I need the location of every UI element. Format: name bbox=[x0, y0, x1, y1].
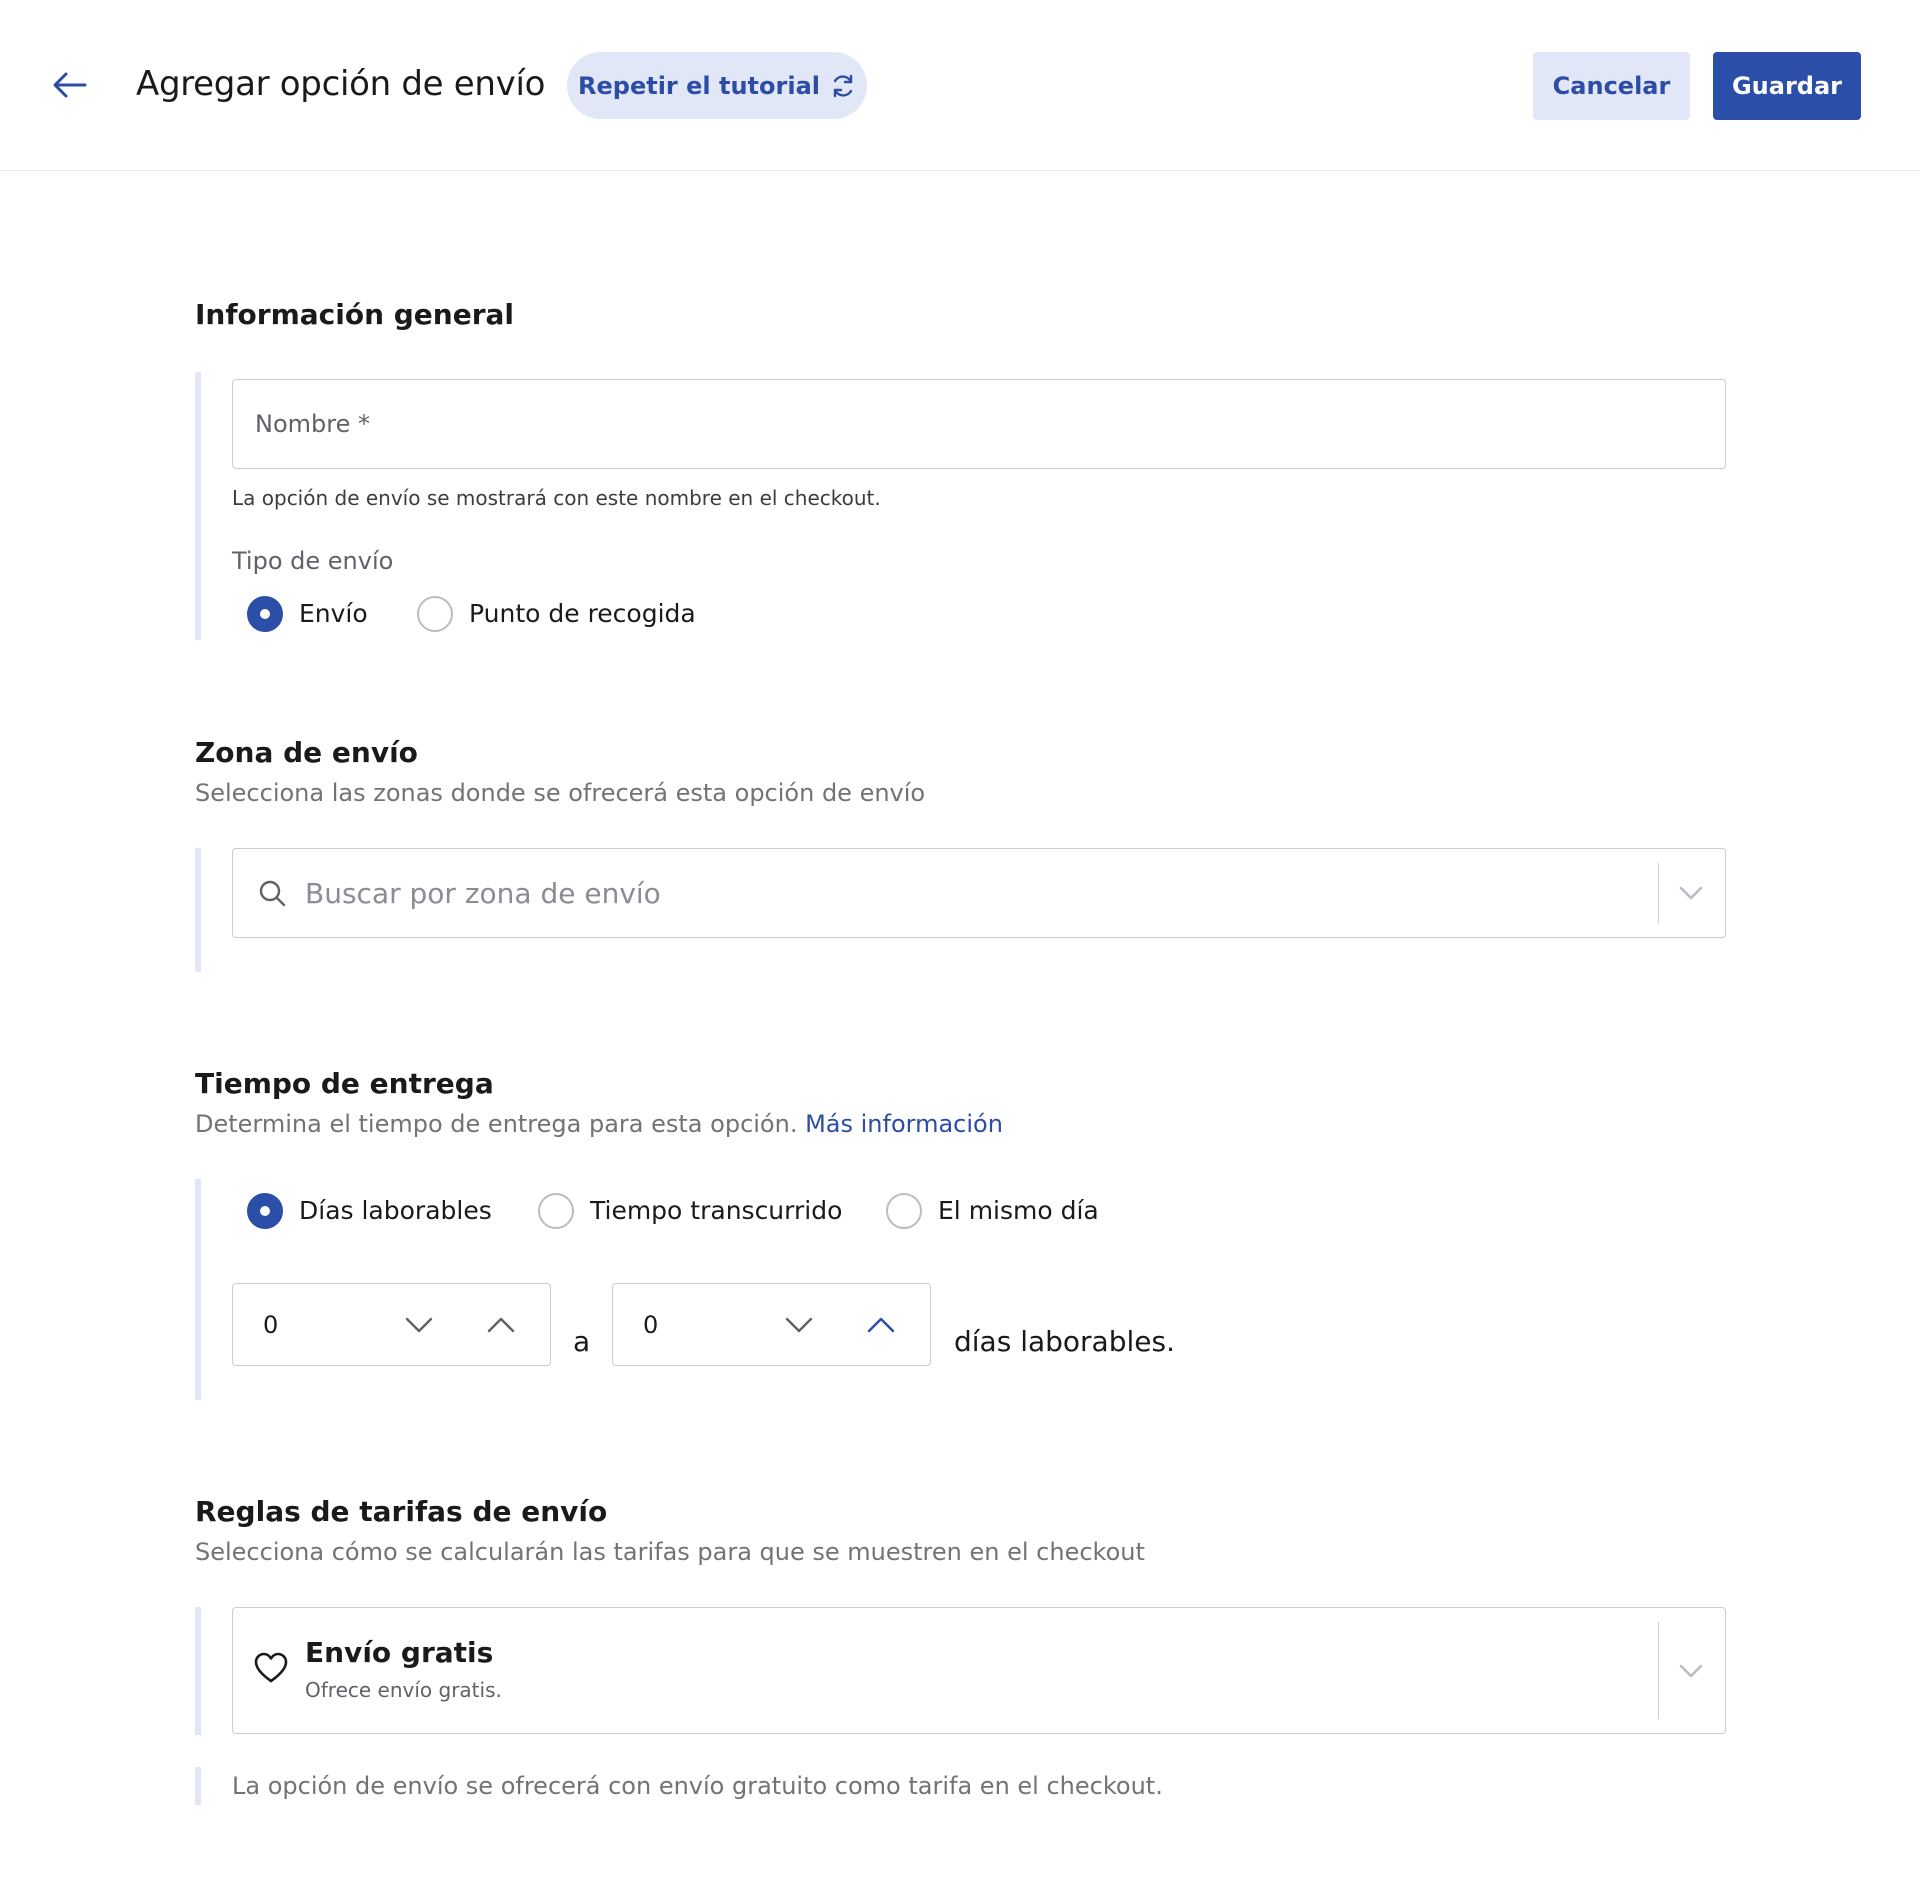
to-increment-button[interactable] bbox=[861, 1284, 901, 1365]
zone-section-title: Zona de envío bbox=[195, 736, 418, 769]
radio-dias-laborables-label: Días laborables bbox=[299, 1196, 492, 1225]
chevron-up-icon bbox=[487, 1317, 515, 1332]
radio-dias-laborables-circle bbox=[247, 1193, 283, 1229]
radio-punto-de-recogida-label: Punto de recogida bbox=[469, 599, 696, 628]
from-decrement-button[interactable] bbox=[399, 1284, 439, 1365]
delivery-to-stepper[interactable]: 0 bbox=[612, 1283, 931, 1366]
rates-note-rail bbox=[195, 1767, 201, 1805]
zone-dropdown-toggle[interactable] bbox=[1677, 849, 1705, 937]
heart-icon bbox=[254, 1652, 288, 1683]
rates-section-rail bbox=[195, 1607, 201, 1735]
delivery-section-subtitle: Determina el tiempo de entrega para esta… bbox=[195, 1108, 1003, 1140]
general-section-rail bbox=[195, 372, 201, 640]
radio-envio[interactable]: Envío bbox=[247, 596, 368, 632]
cancel-button[interactable]: Cancelar bbox=[1533, 52, 1690, 120]
from-increment-button[interactable] bbox=[481, 1284, 521, 1365]
name-helper-text: La opción de envío se mostrará con este … bbox=[232, 486, 881, 510]
rates-section-subtitle: Selecciona cómo se calcularán las tarifa… bbox=[195, 1538, 1145, 1566]
save-button[interactable]: Guardar bbox=[1713, 52, 1861, 120]
radio-tiempo-transcurrido[interactable]: Tiempo transcurrido bbox=[538, 1193, 842, 1229]
general-section-title: Información general bbox=[195, 298, 515, 331]
radio-punto-de-recogida[interactable]: Punto de recogida bbox=[417, 596, 696, 632]
search-icon bbox=[259, 880, 286, 907]
radio-punto-de-recogida-circle bbox=[417, 596, 453, 632]
range-unit-label: días laborables. bbox=[954, 1325, 1175, 1358]
back-button[interactable] bbox=[50, 65, 90, 105]
page-header: Agregar opción de envío Repetir el tutor… bbox=[0, 0, 1920, 171]
rate-rule-select[interactable]: Envío gratis Ofrece envío gratis. bbox=[232, 1607, 1726, 1734]
chevron-down-icon bbox=[405, 1317, 433, 1332]
more-info-link[interactable]: Más información bbox=[805, 1110, 1003, 1138]
radio-tiempo-transcurrido-circle bbox=[538, 1193, 574, 1229]
radio-el-mismo-dia[interactable]: El mismo día bbox=[886, 1193, 1099, 1229]
search-icon-wrap bbox=[257, 849, 287, 937]
zone-section-subtitle: Selecciona las zonas donde se ofrecerá e… bbox=[195, 779, 926, 807]
select-divider bbox=[1658, 863, 1659, 923]
delivery-section-rail bbox=[195, 1179, 201, 1400]
chevron-down-icon bbox=[785, 1317, 813, 1332]
name-field-label: Nombre * bbox=[255, 410, 370, 438]
rates-section-title: Reglas de tarifas de envío bbox=[195, 1495, 608, 1528]
refresh-icon bbox=[833, 74, 853, 97]
arrow-left-icon bbox=[53, 72, 87, 98]
radio-el-mismo-dia-label: El mismo día bbox=[938, 1196, 1099, 1225]
chevron-down-icon bbox=[1679, 1664, 1703, 1677]
select-divider bbox=[1658, 1622, 1659, 1719]
delivery-to-value: 0 bbox=[643, 1310, 659, 1339]
range-connector: a bbox=[573, 1325, 591, 1358]
to-decrement-button[interactable] bbox=[779, 1284, 819, 1365]
repeat-tutorial-button[interactable]: Repetir el tutorial bbox=[567, 52, 867, 119]
delivery-from-value: 0 bbox=[263, 1310, 279, 1339]
zone-section-rail bbox=[195, 848, 201, 972]
radio-dias-laborables[interactable]: Días laborables bbox=[247, 1193, 492, 1229]
chevron-up-icon bbox=[867, 1317, 895, 1332]
delivery-section-title: Tiempo de entrega bbox=[195, 1067, 494, 1100]
rate-rule-description: Ofrece envío gratis. bbox=[305, 1678, 502, 1702]
delivery-subtitle-text: Determina el tiempo de entrega para esta… bbox=[195, 1110, 798, 1138]
delivery-from-stepper[interactable]: 0 bbox=[232, 1283, 551, 1366]
rates-note: La opción de envío se ofrecerá con envío… bbox=[232, 1772, 1163, 1800]
repeat-tutorial-label: Repetir el tutorial bbox=[578, 71, 820, 100]
radio-envio-label: Envío bbox=[299, 599, 368, 628]
name-field[interactable]: Nombre * bbox=[232, 379, 1726, 469]
chevron-down-icon bbox=[1679, 886, 1703, 900]
page-title: Agregar opción de envío bbox=[136, 64, 546, 104]
radio-tiempo-transcurrido-label: Tiempo transcurrido bbox=[590, 1196, 843, 1225]
radio-el-mismo-dia-circle bbox=[886, 1193, 922, 1229]
zone-search-select[interactable]: Buscar por zona de envío bbox=[232, 848, 1726, 938]
rate-dropdown-toggle[interactable] bbox=[1677, 1608, 1705, 1733]
shipping-type-label: Tipo de envío bbox=[232, 547, 394, 575]
rate-rule-title: Envío gratis bbox=[305, 1636, 494, 1669]
radio-envio-circle bbox=[247, 596, 283, 632]
zone-search-placeholder: Buscar por zona de envío bbox=[305, 876, 661, 910]
